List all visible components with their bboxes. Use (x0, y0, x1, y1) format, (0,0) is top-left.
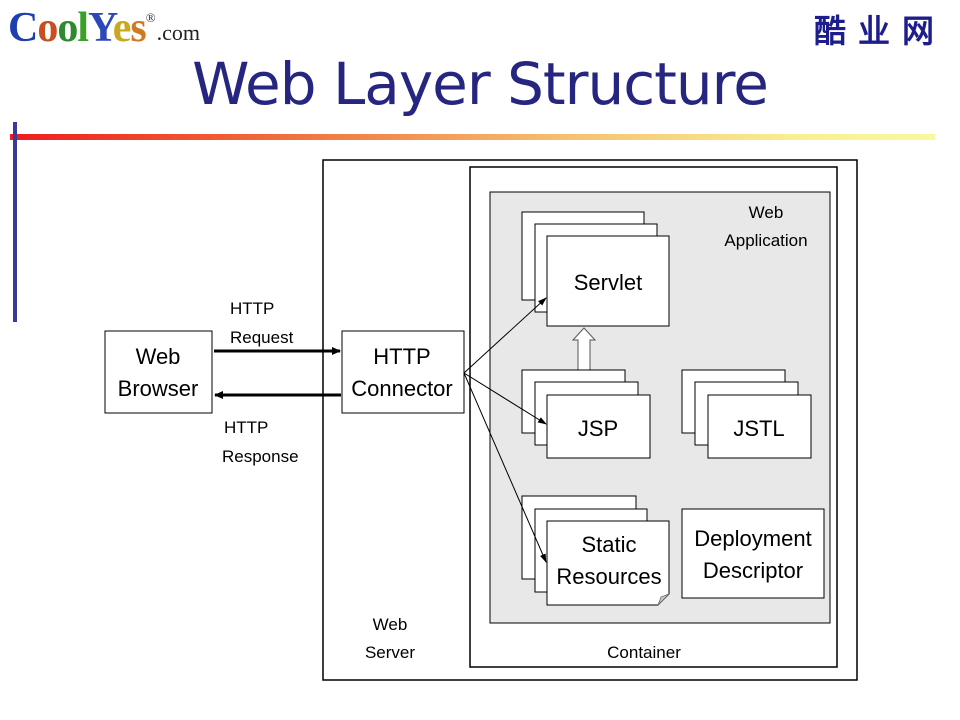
web-application-label-2: Application (724, 231, 807, 250)
jsp-label: JSP (578, 416, 618, 441)
http-request-label-2: Request (230, 328, 294, 347)
web-server-label-2: Server (365, 643, 415, 662)
jsp-stack[interactable] (521, 369, 651, 459)
deployment-descriptor-label-1: Deployment (694, 526, 811, 551)
deployment-descriptor-box[interactable] (681, 508, 825, 599)
jstl-label: JSTL (733, 416, 784, 441)
http-connector-label-2: Connector (351, 376, 453, 401)
web-browser-label-1: Web (136, 344, 181, 369)
servlet-label: Servlet (574, 270, 642, 295)
http-response-label-2: Response (222, 447, 299, 466)
http-response-label-1: HTTP (224, 418, 268, 437)
servlet-stack[interactable] (521, 211, 670, 327)
deployment-descriptor-label-2: Descriptor (703, 558, 803, 583)
web-layer-diagram: Web Browser HTTP Connector HTTP Request … (104, 159, 858, 681)
jstl-stack[interactable] (681, 369, 812, 459)
static-resources-label-1: Static (581, 532, 636, 557)
http-request-label-1: HTTP (230, 299, 274, 318)
web-browser-label-2: Browser (118, 376, 199, 401)
web-server-label-1: Web (373, 615, 408, 634)
static-resources-label-2: Resources (556, 564, 661, 589)
web-application-label-1: Web (749, 203, 784, 222)
container-label: Container (607, 643, 681, 662)
http-connector-label-1: HTTP (373, 344, 430, 369)
